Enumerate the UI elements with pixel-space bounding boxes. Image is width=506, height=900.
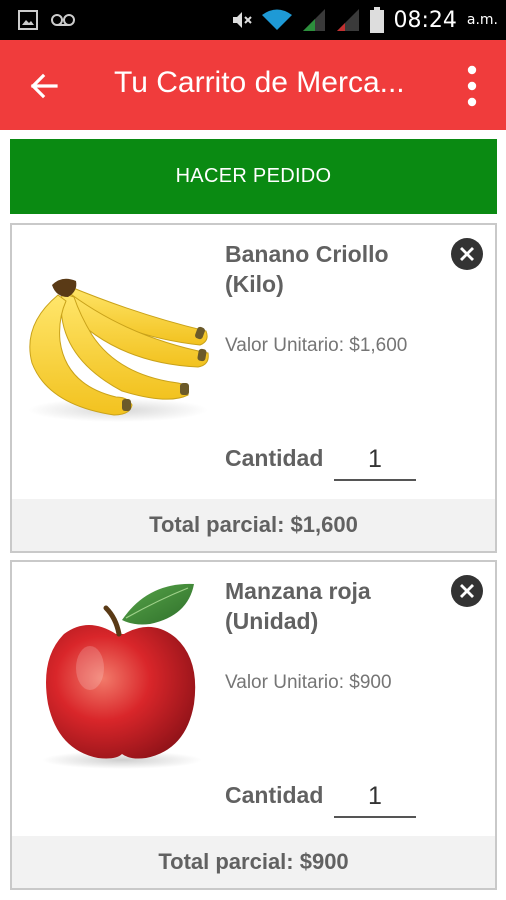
mute-icon (233, 12, 253, 28)
arrow-left-icon (30, 73, 58, 99)
quantity-label: Cantidad (225, 782, 324, 808)
subtotal: Total parcial: $1,600 (12, 499, 495, 551)
product-name: Banano Criollo (Kilo) (225, 241, 389, 297)
product-name: Manzana roja (Unidad) (225, 578, 371, 634)
app-bar: Tu Carrito de Merca... (0, 40, 506, 130)
close-circle-icon (451, 575, 483, 607)
battery-icon (370, 7, 385, 33)
close-circle-icon (451, 238, 483, 270)
place-order-button[interactable]: HACER PEDIDO (10, 139, 497, 214)
quantity-input[interactable] (334, 776, 416, 818)
remove-item-button[interactable] (450, 574, 484, 608)
unit-price: Valor Unitario: $900 (225, 672, 392, 693)
quantity-label: Cantidad (225, 445, 324, 471)
cart-item-card: Manzana roja (Unidad) Valor Unitario: $9… (10, 560, 497, 890)
status-left-icons (18, 10, 76, 30)
cart-item-card: Banano Criollo (Kilo) Valor Unitario: $1… (10, 223, 497, 553)
voicemail-icon (51, 14, 75, 26)
more-vert-icon (467, 65, 477, 107)
status-right-icons: 08:24 a.m. (231, 4, 498, 36)
quantity-input[interactable] (334, 439, 416, 481)
clock-ampm: a.m. (466, 12, 498, 28)
unit-price: Valor Unitario: $1,600 (225, 335, 408, 356)
banana-bunch-image (28, 278, 209, 422)
image-icon (18, 10, 38, 30)
overflow-menu-button[interactable] (464, 64, 480, 108)
back-button[interactable] (26, 68, 62, 104)
wifi-icon (262, 9, 293, 30)
subtotal: Total parcial: $900 (12, 836, 495, 888)
clock-time: 08:24 (393, 7, 457, 33)
red-apple-image (42, 583, 202, 769)
page-title: Tu Carrito de Merca... (114, 66, 405, 99)
status-bar: 08:24 a.m. (0, 0, 506, 40)
signal-icon (337, 9, 360, 31)
signal-icon (303, 9, 326, 31)
remove-item-button[interactable] (450, 237, 484, 271)
